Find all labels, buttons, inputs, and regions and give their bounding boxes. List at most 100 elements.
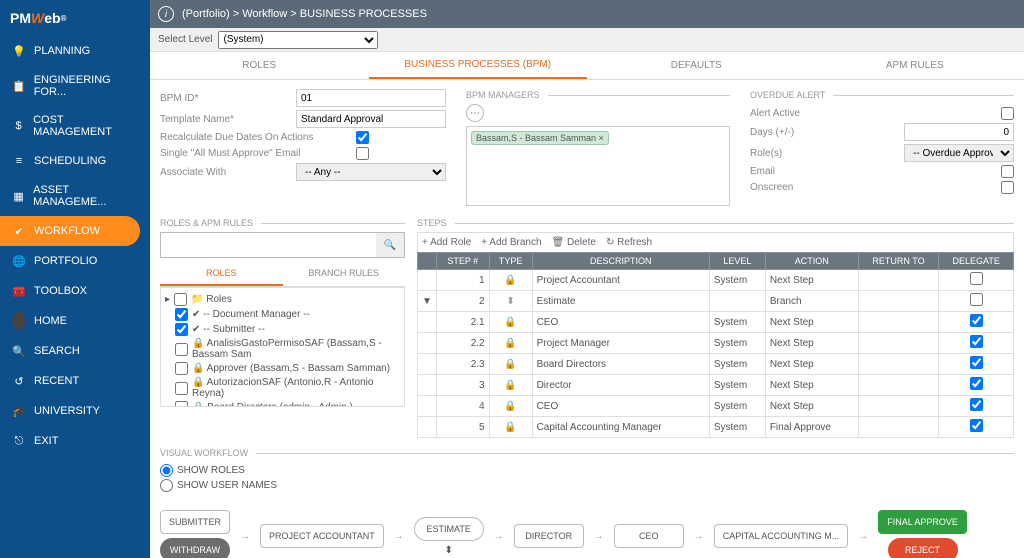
sidebar-item-scheduling[interactable]: ≡ SCHEDULING xyxy=(0,146,150,176)
sidebar-item-label: ENGINEERING FOR... xyxy=(34,74,138,98)
subtab-branch-rules[interactable]: BRANCH RULES xyxy=(283,262,406,286)
roles-search-input[interactable] xyxy=(161,233,376,257)
show-roles-radio[interactable] xyxy=(160,464,173,477)
branch-icon: ⬍ xyxy=(445,545,453,556)
single-approve-checkbox[interactable] xyxy=(356,147,369,160)
tree-item[interactable]: ✔ -- Submitter -- xyxy=(165,322,400,337)
tree-item[interactable]: 🔒 Approver (Bassam,S - Bassam Samman) xyxy=(165,361,400,376)
arrow-icon: → xyxy=(240,531,250,542)
sidebar-item-label: UNIVERSITY xyxy=(34,405,100,417)
overdue-onscreen-checkbox[interactable] xyxy=(1001,181,1014,194)
search-icon[interactable]: 🔍 xyxy=(376,233,404,257)
days-input[interactable] xyxy=(904,123,1014,141)
globe-icon: 🌐 xyxy=(12,254,26,268)
managers-add-icon[interactable]: ⋯ xyxy=(466,104,484,122)
sidebar-item-exit[interactable]: ⎋EXIT xyxy=(0,426,150,456)
arrow-icon: → xyxy=(394,531,404,542)
node-director[interactable]: DIRECTOR xyxy=(514,524,584,548)
node-withdraw[interactable]: WITHDRAW xyxy=(160,538,230,558)
arrow-icon: → xyxy=(858,531,868,542)
table-row[interactable]: 3🔒DirectorSystemNext Step xyxy=(418,375,1014,396)
table-row[interactable]: ▼2⬍EstimateBranch xyxy=(418,291,1014,312)
sidebar-item-planning[interactable]: 💡 PLANNING xyxy=(0,36,150,66)
info-icon[interactable]: i xyxy=(158,6,174,22)
tool-icon: 🧰 xyxy=(12,284,26,298)
sidebar-item-label: RECENT xyxy=(34,375,79,387)
tab-roles[interactable]: ROLES xyxy=(150,52,369,79)
grad-icon: 🎓 xyxy=(12,404,26,418)
sidebar-item-home[interactable]: HOME xyxy=(0,306,150,336)
tree-root[interactable]: ▸ 📁 Roles xyxy=(165,292,400,307)
associate-with-select[interactable]: -- Any -- xyxy=(296,163,446,181)
sidebar-item-label: SEARCH xyxy=(34,345,80,357)
sidebar-item-portfolio[interactable]: 🌐 PORTFOLIO xyxy=(0,246,150,276)
sidebar-item-label: PORTFOLIO xyxy=(34,255,97,267)
table-row[interactable]: 2.2🔒Project ManagerSystemNext Step xyxy=(418,333,1014,354)
sidebar-item-university[interactable]: 🎓 UNIVERSITY xyxy=(0,396,150,426)
delete-button[interactable]: 🗑 Delete xyxy=(552,237,596,248)
bars-icon: ≡ xyxy=(12,154,26,168)
recalc-checkbox[interactable] xyxy=(356,131,369,144)
sidebar-item-label: PLANNING xyxy=(34,45,90,57)
sidebar-item-label: ASSET MANAGEME... xyxy=(33,184,138,208)
table-row[interactable]: 2.3🔒Board DirectorsSystemNext Step xyxy=(418,354,1014,375)
arrow-icon: → xyxy=(494,531,504,542)
sidebar-item-label: HOME xyxy=(34,315,67,327)
overdue-roles-select[interactable]: -- Overdue Approver -- xyxy=(904,144,1014,162)
clip-icon: 📋 xyxy=(12,79,26,93)
template-name-input[interactable] xyxy=(296,110,446,128)
sidebar: PMWeb® 💡 PLANNING 📋 ENGINEERING FOR... $COST… xyxy=(0,0,150,558)
node-reject[interactable]: REJECT xyxy=(888,538,958,558)
tree-item[interactable]: 🔒 AutorizacionSAF (Antonio,R - Antonio R… xyxy=(165,376,400,400)
select-level-label: Select Level xyxy=(158,34,212,45)
bpm-id-input[interactable] xyxy=(296,89,446,107)
node-cam[interactable]: CAPITAL ACCOUNTING M... xyxy=(714,524,849,548)
tree-item[interactable]: 🔒 AnalisisGastoPermisoSAF (Bassam,S - Ba… xyxy=(165,337,400,361)
node-ceo[interactable]: CEO xyxy=(614,524,684,548)
tab-defaults[interactable]: DEFAULTS xyxy=(587,52,806,79)
sidebar-item-recent[interactable]: ↺ RECENT xyxy=(0,366,150,396)
sidebar-item-search[interactable]: 🔍 SEARCH xyxy=(0,336,150,366)
roles-tree: ▸ 📁 Roles ✔ -- Document Manager -- ✔ -- … xyxy=(160,287,405,407)
sidebar-item-label: EXIT xyxy=(34,435,58,447)
tree-item[interactable]: 🔒 Board Directors (admin - Admin ) xyxy=(165,400,400,407)
sidebar-item-toolbox[interactable]: 🧰 TOOLBOX xyxy=(0,276,150,306)
node-submitter[interactable]: SUBMITTER xyxy=(160,510,230,534)
sidebar-item-label: SCHEDULING xyxy=(34,155,106,167)
node-estimate[interactable]: ESTIMATE xyxy=(414,517,484,541)
refresh-button[interactable]: ↻ Refresh xyxy=(606,237,652,248)
tab-apm-rules[interactable]: APM RULES xyxy=(806,52,1024,79)
manager-chip[interactable]: Bassam,S - Bassam Samman × xyxy=(471,131,609,145)
table-row[interactable]: 4🔒CEOSystemNext Step xyxy=(418,396,1014,417)
avatar-icon xyxy=(12,314,26,328)
sidebar-item-label: COST MANAGEMENT xyxy=(33,114,138,138)
sidebar-item-workflow[interactable]: ✔WORKFLOW xyxy=(0,216,140,246)
add-role-button[interactable]: + Add Role xyxy=(422,237,471,248)
overdue-email-checkbox[interactable] xyxy=(1001,165,1014,178)
sidebar-item-engineering-for-[interactable]: 📋 ENGINEERING FOR... xyxy=(0,66,150,106)
table-row[interactable]: 5🔒Capital Accounting ManagerSystemFinal … xyxy=(418,417,1014,438)
alert-active-checkbox[interactable] xyxy=(1001,107,1014,120)
check-icon: ✔ xyxy=(12,224,26,238)
show-users-radio[interactable] xyxy=(160,479,173,492)
sidebar-item-label: TOOLBOX xyxy=(34,285,87,297)
tree-item[interactable]: ✔ -- Document Manager -- xyxy=(165,307,400,322)
table-row[interactable]: 1🔒Project AccountantSystemNext Step xyxy=(418,270,1014,291)
arrow-icon: → xyxy=(694,531,704,542)
tab-business-processes-bpm-[interactable]: BUSINESS PROCESSES (BPM) xyxy=(369,52,588,79)
node-project-accountant[interactable]: PROJECT ACCOUNTANT xyxy=(260,524,384,548)
search-icon: 🔍 xyxy=(12,344,26,358)
add-branch-button[interactable]: + Add Branch xyxy=(481,237,541,248)
node-final-approve[interactable]: FINAL APPROVE xyxy=(878,510,967,534)
steps-table: STEP #TYPEDESCRIPTIONLEVELACTIONRETURN T… xyxy=(417,252,1014,438)
select-level[interactable]: (System) xyxy=(218,31,378,49)
sidebar-item-cost-management[interactable]: $COST MANAGEMENT xyxy=(0,106,150,146)
bulb-icon: 💡 xyxy=(12,44,26,58)
subtab-roles[interactable]: ROLES xyxy=(160,262,283,286)
table-row[interactable]: 2.1🔒CEOSystemNext Step xyxy=(418,312,1014,333)
recent-icon: ↺ xyxy=(12,374,26,388)
managers-box: Bassam,S - Bassam Samman × xyxy=(466,126,730,206)
sidebar-item-asset-manageme-[interactable]: ▦ASSET MANAGEME... xyxy=(0,176,150,216)
arrow-icon: → xyxy=(594,531,604,542)
logo: PMWeb® xyxy=(0,0,150,36)
